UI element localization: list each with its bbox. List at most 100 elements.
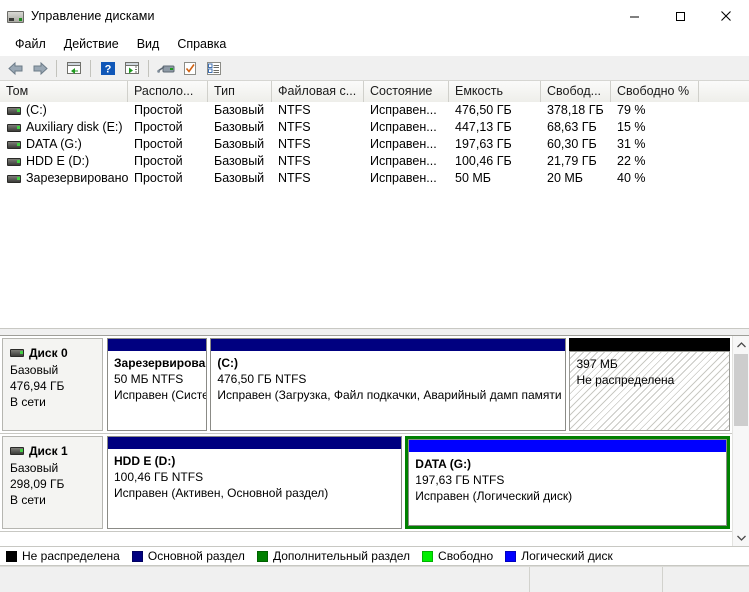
scroll-down-arrow-icon[interactable]: [733, 529, 749, 546]
cell-free-percent: 22 %: [617, 154, 646, 168]
disk-info-panel[interactable]: Диск 1 Базовый 298,09 ГБ В сети: [2, 436, 103, 529]
graphical-view-scrollbar[interactable]: [732, 336, 749, 546]
toolbar-separator: [90, 59, 91, 77]
show-action-pane-icon[interactable]: [120, 57, 143, 79]
close-button[interactable]: [703, 0, 749, 32]
menu-action[interactable]: Действие: [55, 34, 128, 54]
cell-layout: Простой: [134, 103, 183, 117]
cell-volume-label: HDD E (D:): [26, 154, 90, 168]
legend-label: Не распределена: [22, 549, 120, 563]
help-icon[interactable]: ?: [96, 57, 119, 79]
menu-view[interactable]: Вид: [128, 34, 169, 54]
legend-label: Основной раздел: [147, 549, 245, 563]
volume-list-pane[interactable]: Том Располо... Тип Файловая с... Состоян…: [0, 81, 749, 328]
cell-volume: HDD E (D:): [0, 153, 128, 170]
cell-free: 68,63 ГБ: [547, 120, 597, 134]
partition-size-fs: 100,46 ГБ NTFS: [114, 470, 204, 484]
partition-size-fs: 197,63 ГБ NTFS: [415, 473, 505, 487]
rescan-disks-icon[interactable]: [154, 57, 177, 79]
legend-free-space: Свободно: [422, 549, 493, 563]
menu-file[interactable]: Файл: [6, 34, 55, 54]
status-panel-3: [663, 567, 749, 592]
cell-filesystem: NTFS: [278, 120, 311, 134]
cell-type: Базовый: [214, 171, 265, 185]
partition-color-bar: [210, 338, 567, 351]
disk-size: 476,94 ГБ: [10, 379, 65, 393]
volume-drive-icon: [7, 106, 21, 115]
cell-volume: Зарезервировано...: [0, 170, 128, 187]
partition-color-bar: [107, 436, 403, 449]
table-row[interactable]: Auxiliary disk (E:) Простой Базовый NTFS Исп…: [0, 119, 749, 136]
table-row[interactable]: Зарезервировано... Простой Базовый NTFS Испр…: [0, 170, 749, 187]
column-header-capacity[interactable]: Емкость: [449, 81, 541, 102]
partition-block[interactable]: Зарезервирова 50 МБ NTFS Исправен (Систе: [107, 338, 208, 431]
partition-block[interactable]: HDD E (D:) 100,46 ГБ NTFS Исправен (Активе…: [107, 436, 403, 529]
disk-type: Базовый: [10, 461, 59, 475]
scrollbar-thumb[interactable]: [734, 354, 748, 426]
table-row[interactable]: HDD E (D:) Простой Базовый NTFS Исправен... 1…: [0, 153, 749, 170]
window-title: Управление дисками: [31, 9, 155, 23]
cell-status: Исправен...: [370, 137, 437, 151]
minimize-button[interactable]: [611, 0, 657, 32]
menu-help[interactable]: Справка: [168, 34, 235, 54]
partition-block[interactable]: (C:) 476,50 ГБ NTFS Исправен (Загрузка, Фа…: [210, 338, 567, 431]
partition-color-bar: [569, 338, 730, 351]
cell-status: Исправен...: [370, 120, 437, 134]
column-header-layout[interactable]: Располо...: [128, 81, 208, 102]
cell-status: Исправен...: [370, 103, 437, 117]
disk-drive-icon: [7, 9, 24, 24]
column-header-status[interactable]: Состояние: [364, 81, 449, 102]
cell-filesystem: NTFS: [278, 154, 311, 168]
disk-info-panel[interactable]: Диск 0 Базовый 476,94 ГБ В сети: [2, 338, 103, 431]
partition-status: Исправен (Активен, Основной раздел): [114, 486, 329, 500]
partition-name: Зарезервирова: [114, 356, 206, 370]
cell-free: 21,79 ГБ: [547, 154, 597, 168]
table-row[interactable]: DATA (G:) Простой Базовый NTFS Исправен... 19…: [0, 136, 749, 153]
maximize-button[interactable]: [657, 0, 703, 32]
title-bar: Управление дисками: [0, 0, 749, 32]
disk-row: Диск 1 Базовый 298,09 ГБ В сети HDD E (D:) 10…: [0, 434, 732, 532]
cell-volume: DATA (G:): [0, 136, 128, 153]
column-header-type[interactable]: Тип: [208, 81, 272, 102]
pane-splitter[interactable]: [0, 328, 749, 336]
volume-drive-icon: [7, 157, 21, 166]
column-header-free-percent[interactable]: Свободно %: [611, 81, 699, 102]
cell-layout: Простой: [134, 120, 183, 134]
volume-drive-icon: [7, 123, 21, 132]
cell-volume-label: DATA (G:): [26, 137, 82, 151]
cell-capacity: 50 МБ: [455, 171, 491, 185]
cell-volume: Auxiliary disk (E:): [0, 119, 128, 136]
legend-bar: Не распределена Основной раздел Дополнител…: [0, 546, 749, 566]
partition-strip: Зарезервирова 50 МБ NTFS Исправен (Систе (C…: [107, 338, 732, 431]
list-view-icon[interactable]: [202, 57, 225, 79]
back-icon[interactable]: [4, 57, 27, 79]
scroll-up-arrow-icon[interactable]: [733, 336, 749, 353]
disk-row: Диск 0 Базовый 476,94 ГБ В сети Зарезервиров…: [0, 336, 732, 434]
up-one-level-icon[interactable]: [62, 57, 85, 79]
column-header-free[interactable]: Свобод...: [541, 81, 611, 102]
partition-color-bar: [408, 439, 727, 452]
volume-drive-icon: [7, 140, 21, 149]
disk-drive-icon: [10, 447, 24, 455]
table-row[interactable]: (C:) Простой Базовый NTFS Исправен... 476,50 …: [0, 102, 749, 119]
partition-size-fs: 476,50 ГБ NTFS: [217, 372, 307, 386]
cell-status: Исправен...: [370, 171, 437, 185]
forward-icon[interactable]: [28, 57, 51, 79]
disk-title: Диск 1: [10, 443, 95, 459]
column-header-filesystem[interactable]: Файловая с...: [272, 81, 364, 102]
disk-type: Базовый: [10, 363, 59, 377]
partition-size-fs: 50 МБ NTFS: [114, 372, 184, 386]
column-header-filler: [699, 81, 749, 102]
cell-capacity: 476,50 ГБ: [455, 103, 512, 117]
column-header-volume[interactable]: Том: [0, 81, 128, 102]
cell-free-percent: 15 %: [617, 120, 646, 134]
cell-layout: Простой: [134, 171, 183, 185]
legend-label: Свободно: [438, 549, 494, 563]
disk-management-window: Управление дисками Файл Действие Вид Спр…: [0, 0, 749, 592]
partition-block[interactable]: 397 МБ Не распределена: [569, 338, 730, 431]
partition-name: DATA (G:): [415, 457, 472, 471]
cell-volume-label: Auxiliary disk (E:): [26, 120, 123, 134]
properties-icon[interactable]: [178, 57, 201, 79]
partition-block[interactable]: DATA (G:) 197,63 ГБ NTFS Исправен (Логичес…: [405, 436, 730, 529]
legend-unallocated: Не распределена: [6, 549, 120, 563]
